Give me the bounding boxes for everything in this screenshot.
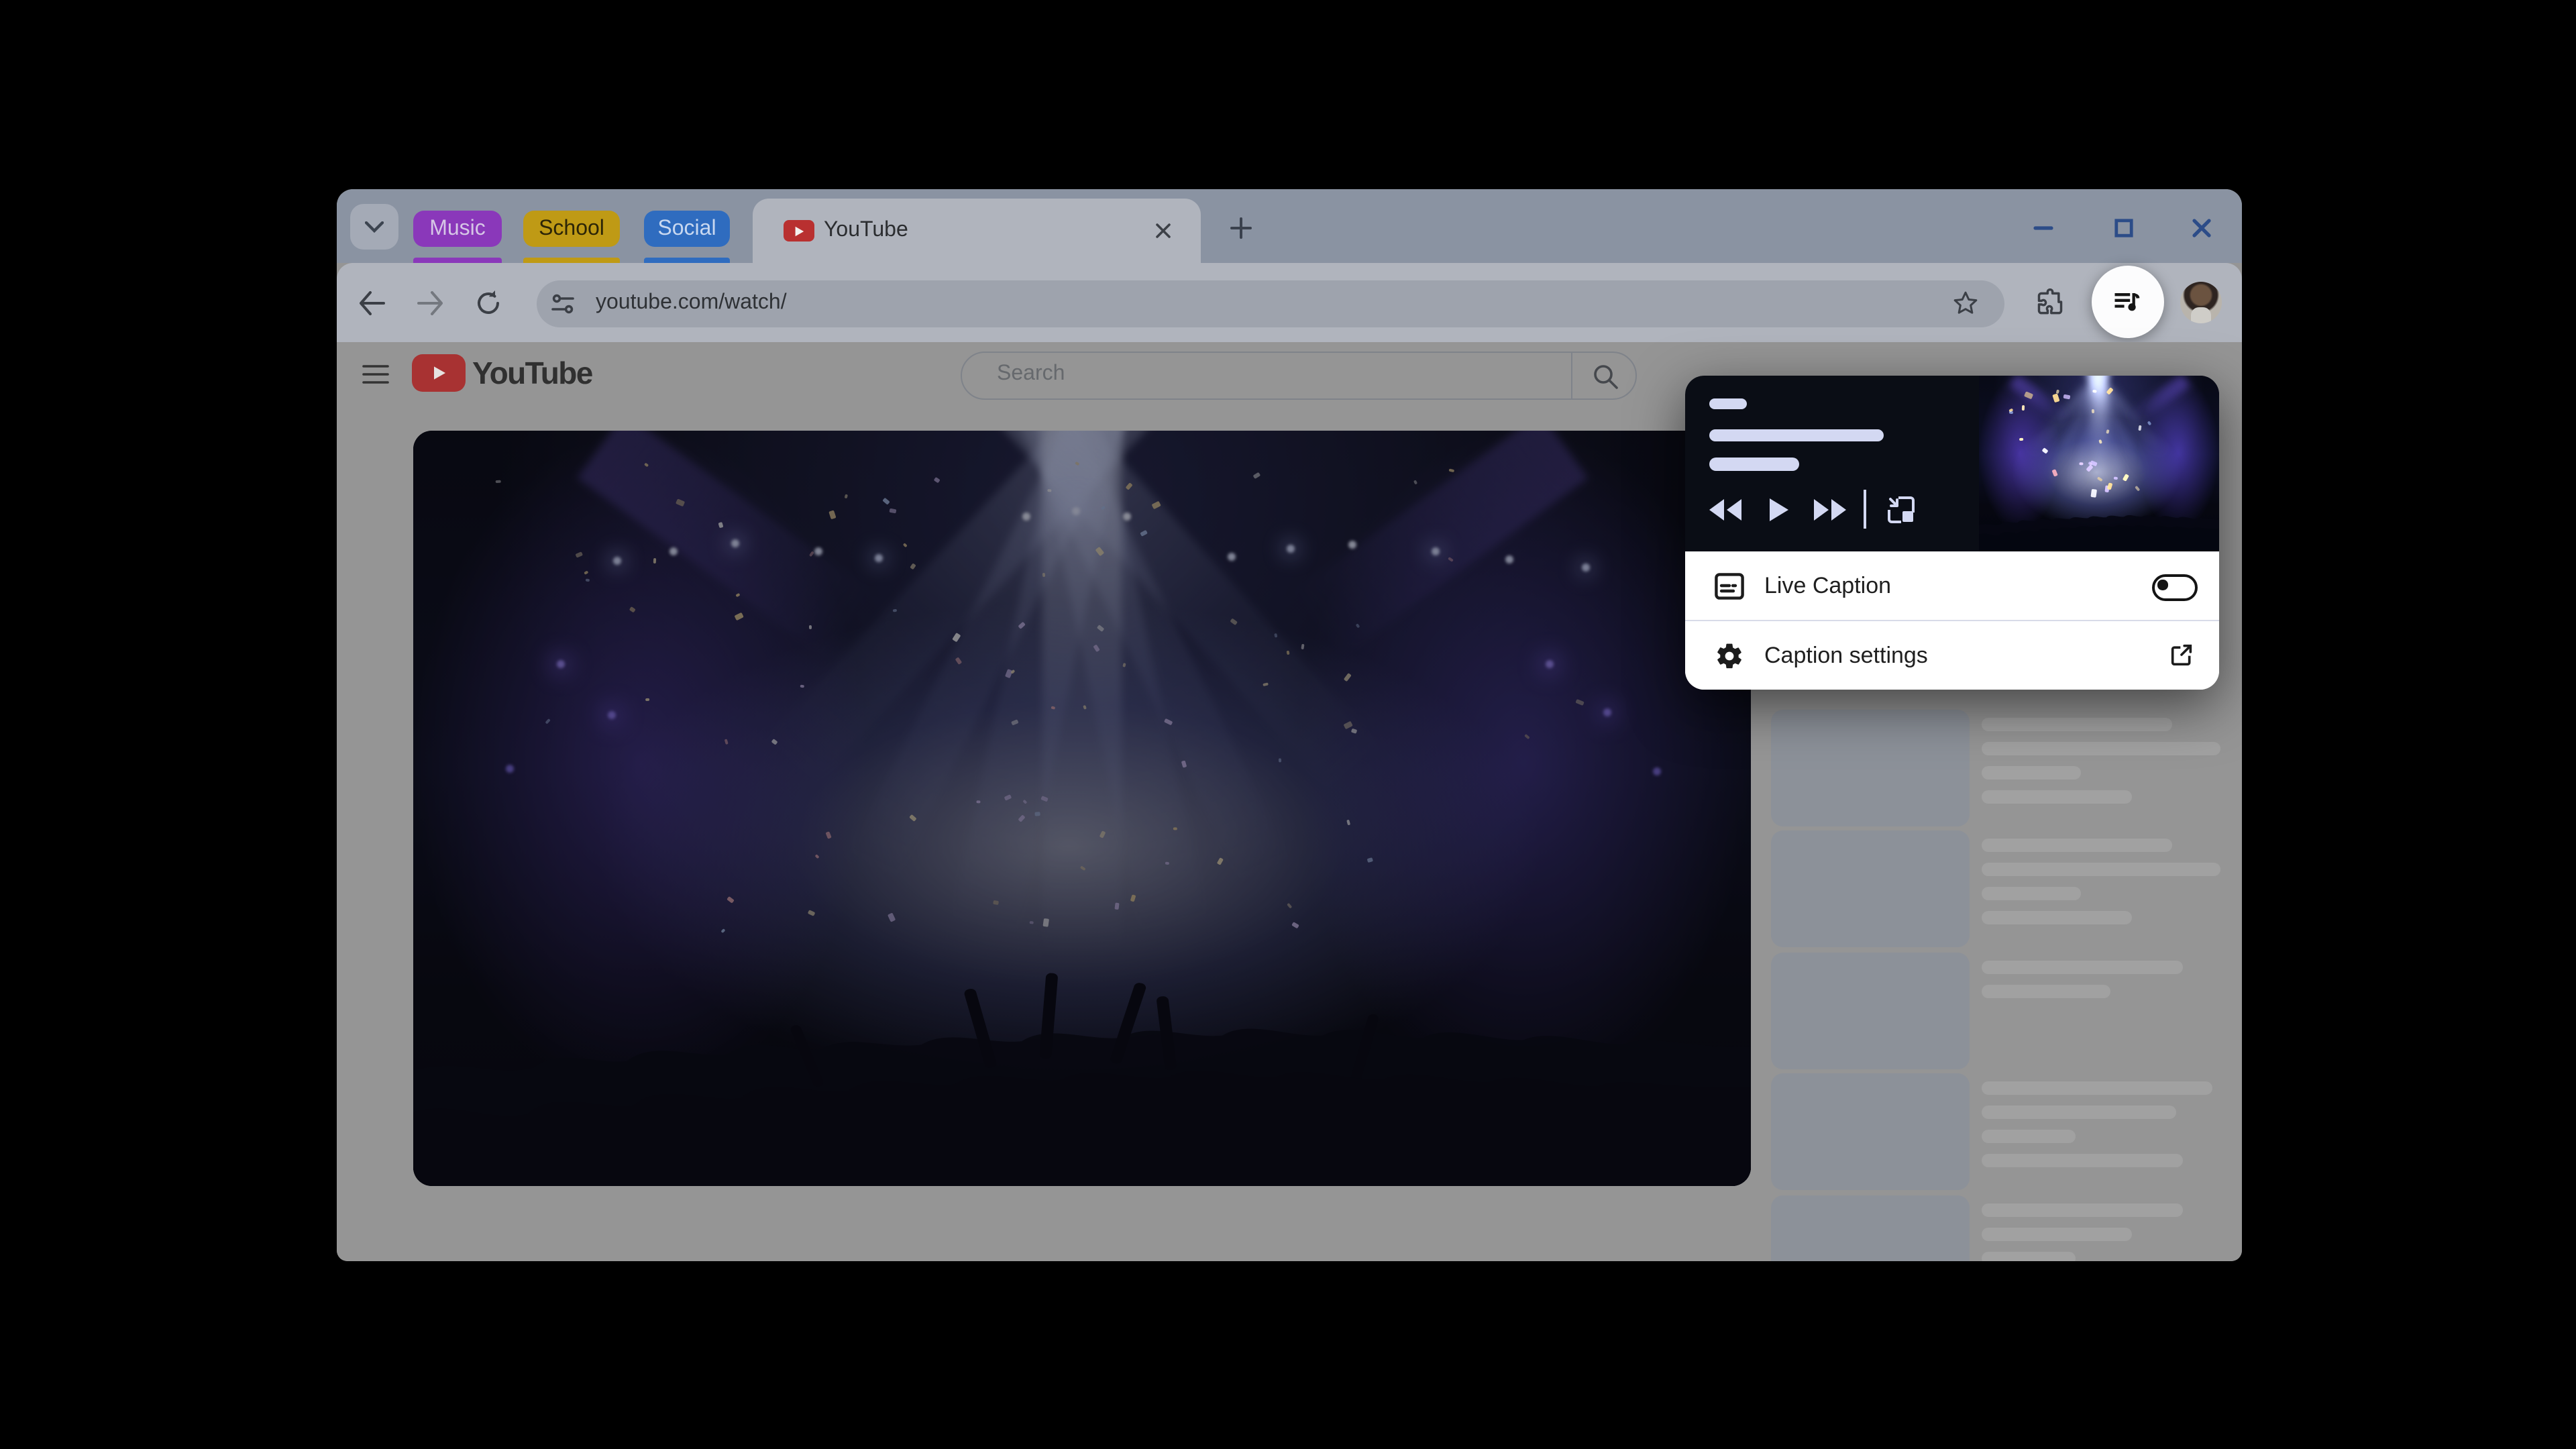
browser-toolbar: youtube.com/watch/ [337,263,2242,342]
list-item[interactable] [1771,710,2220,826]
caption-settings-row[interactable]: Caption settings [1685,621,2219,690]
tab-group-label: School [539,217,604,239]
picture-in-picture-button[interactable] [1884,491,1919,529]
new-tab-button[interactable] [1225,212,1257,244]
tab-group-underline-music [413,258,502,263]
profile-avatar[interactable] [2180,282,2222,323]
tab-search-button[interactable] [350,204,398,250]
picture-in-picture-icon [1888,496,1915,523]
list-item[interactable] [1771,953,2203,1069]
tab-group-underline-school [523,258,620,263]
menu-button[interactable] [361,361,390,388]
search-bar[interactable]: Search [961,352,1637,400]
gear-icon [1715,641,1744,670]
media-playlist-icon [2114,293,2140,311]
list-item[interactable] [1771,1073,2212,1190]
tab-group-label: Social [657,217,716,239]
thumbnail-placeholder [1771,710,1970,826]
hamburger-icon [362,365,389,384]
thumbnail-placeholder [1771,953,1970,1069]
thumbnail-placeholder [1771,830,1970,947]
youtube-wordmark: YouTube [472,355,593,390]
thumbnail-placeholder [1771,1195,1970,1261]
reload-icon [478,290,499,314]
window-minimize-button[interactable] [2031,216,2055,240]
list-item[interactable] [1771,1195,2203,1261]
search-divider [1571,353,1572,398]
tab-group-social[interactable]: Social [644,211,730,247]
album-art [1979,376,2219,551]
video-player[interactable]: Playing on a living room TV [413,431,1751,1186]
plus-icon [1230,217,1252,239]
close-icon [2192,219,2211,237]
close-icon [1156,223,1171,238]
media-controls-button[interactable] [2092,266,2164,338]
live-caption-toggle[interactable] [2152,574,2198,601]
video-dim-overlay [413,431,1751,1186]
live-caption-label: Live Caption [1764,572,1892,598]
youtube-favicon-icon [784,220,814,241]
tab-group-label: Music [429,217,486,239]
thumbnail-placeholder [1771,1073,1970,1190]
maximize-icon [2114,219,2133,237]
caption-icon [1715,571,1744,600]
next-track-button[interactable] [1811,491,1849,529]
bookmark-star-button[interactable] [1952,290,1979,317]
search-placeholder: Search [997,362,1065,385]
reload-button[interactable] [472,287,504,319]
address-bar[interactable]: youtube.com/watch/ [537,280,2004,327]
search-icon [1594,365,1618,389]
previous-track-button[interactable] [1707,491,1744,529]
url-text: youtube.com/watch/ [596,291,787,314]
tab-group-underline-social [644,258,730,263]
black-backdrop: Music School Social YouTube youtube.com/… [0,0,2576,1449]
puzzle-icon [2037,288,2063,315]
play-button[interactable] [1763,491,1795,529]
media-artist-placeholder [1709,458,1799,471]
site-settings-icon[interactable] [550,291,576,317]
play-icon [1770,498,1788,521]
rewind-icon [1709,499,1741,521]
youtube-play-badge-icon [412,354,466,392]
caption-settings-label: Caption settings [1764,642,1928,667]
forward-arrow-icon [417,291,443,315]
tab-close-button[interactable] [1150,217,1177,244]
list-item[interactable] [1771,830,2220,947]
media-title-placeholder [1709,429,1884,441]
minimize-icon [2033,226,2053,230]
tab-group-school[interactable]: School [523,211,620,247]
star-icon [1953,291,1978,314]
window-maximize-button[interactable] [2112,216,2136,240]
concert-scene [413,431,1751,1186]
tab-group-music[interactable]: Music [413,211,502,247]
media-source-placeholder [1709,398,1747,409]
chevron-down-icon [365,221,384,233]
open-in-new-icon [2168,641,2195,668]
youtube-logo[interactable]: YouTube [412,354,593,392]
live-caption-row[interactable]: Live Caption [1685,551,2219,620]
back-arrow-icon [360,291,385,315]
media-session-card [1685,376,2219,551]
fast-forward-icon [1814,499,1846,521]
tab-youtube[interactable]: YouTube [753,199,1201,263]
toggle-knob [2157,580,2167,590]
media-controls-popup: Live Caption Caption settings [1685,376,2219,690]
search-button[interactable] [1593,364,1618,389]
controls-divider [1864,490,1866,529]
browser-window: Music School Social YouTube youtube.com/… [337,189,2242,1261]
tab-strip: Music School Social YouTube [337,189,2242,263]
extensions-button[interactable] [2035,288,2065,318]
tab-title: YouTube [824,219,908,241]
forward-button[interactable] [415,287,447,319]
window-close-button[interactable] [2190,216,2214,240]
back-button[interactable] [356,287,388,319]
